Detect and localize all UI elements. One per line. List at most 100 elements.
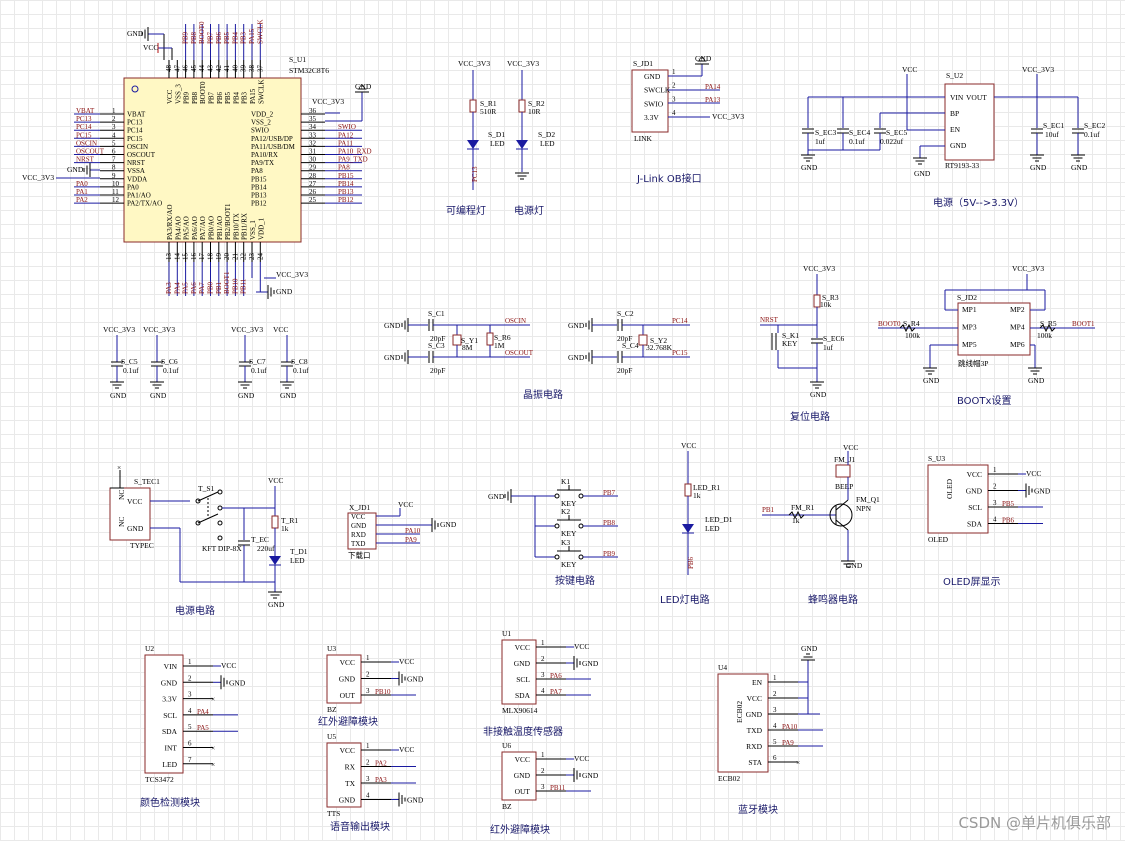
led-circuit: VCC LED_R1 1k LED_D1 LED PB6 LED灯电路 <box>660 441 733 606</box>
gnd-label: GND <box>914 169 931 178</box>
voice-module-title: 语音输出模块 <box>330 820 390 833</box>
mcu-pin-num: 15 <box>182 253 190 261</box>
mcu-pin-num: 18 <box>207 253 215 261</box>
gnd-label: GND <box>407 675 424 684</box>
gnd-label: GND <box>1028 376 1045 385</box>
mcu-pin-num: 21 <box>231 253 239 261</box>
bt-module-pin-name: GND <box>746 710 763 719</box>
mcu-net: PA2 <box>76 196 88 204</box>
gnd-label: GND <box>568 321 585 330</box>
xjd1-ref: X_JD1 <box>349 503 371 512</box>
oled-module-net: PB5 <box>1002 500 1015 508</box>
vcc33-label: VCC_3V3 <box>1012 264 1044 273</box>
bt-module-pin-name: TXD <box>747 726 763 735</box>
section-title-power-led: 电源灯 <box>514 204 544 217</box>
header-pin: TXD <box>351 540 365 548</box>
temp-module: U1 MLX90614 VCC 1 VCC GND 2 GND SCL 3 PA6 SDA 4 PA7 非接… <box>483 629 599 738</box>
gnd-label: GND <box>407 796 424 805</box>
bt-module-net: PA9 <box>782 739 794 747</box>
mcu-pin-name: PA12/USB/DP <box>251 135 293 143</box>
vcc33-label: VCC_3V3 <box>458 59 490 68</box>
gnd-label: GND <box>127 29 144 38</box>
mcu-net: PA10_RXD <box>338 148 372 156</box>
mcu-pin-name: PA8 <box>251 167 263 175</box>
k1-value: KEY <box>782 339 798 348</box>
jlink-pin-num: 1 <box>672 68 676 76</box>
jumper-pin: MP3 <box>962 323 977 332</box>
temp-module-pin-num: 4 <box>541 687 545 695</box>
mcu-net: PB8 <box>190 31 198 44</box>
mcu-net: PA9_TXD <box>338 156 368 164</box>
mcu-pin-num: 2 <box>112 115 116 123</box>
mcu-pin-name: VSS_1 <box>249 220 257 240</box>
fmq1-value: NPN <box>856 504 872 513</box>
oled-module-part: OLED <box>945 478 954 499</box>
c2-ref: S_C2 <box>617 309 634 318</box>
mcu-pin-name: OSCOUT <box>127 151 156 159</box>
vcc-label: VCC <box>398 500 413 509</box>
mcu-pin-name: VCC <box>166 89 174 104</box>
ec3-ref: S_EC3 <box>815 128 837 137</box>
jlink-pin-num: 3 <box>672 95 676 103</box>
jumper-pin: MP1 <box>962 305 977 314</box>
gnd-label: GND <box>810 390 827 399</box>
r3-value: 10k <box>820 300 832 309</box>
mcu-net: PB5 <box>223 31 231 44</box>
voice-module-net: PA3 <box>375 776 387 784</box>
ec2-ref: S_EC2 <box>1084 121 1106 130</box>
mcu-pin-num: 45 <box>190 65 198 73</box>
vcc33-label: VCC_3V3 <box>712 112 744 121</box>
ec6-ref: S_EC6 <box>823 334 845 343</box>
r5-value: 100k <box>1037 331 1052 340</box>
mcu-pin-name: PA1/AO <box>127 192 151 200</box>
r5-ref: S_R5 <box>1040 319 1057 328</box>
mcu-net: PB9 <box>182 31 190 44</box>
mcu-pin-name: PB7 <box>208 91 216 104</box>
mcu-pin-name: SWCLK <box>257 80 265 105</box>
y2-value: 32.768K <box>646 343 673 352</box>
header-pin: VCC <box>351 513 366 521</box>
mcu-pin-name: PB12 <box>251 200 267 208</box>
temp-module-pin-name: SCL <box>516 675 530 684</box>
mcu-pin-num: 23 <box>248 253 256 261</box>
mcu-pin-num: 9 <box>112 172 116 180</box>
color-module-pin-name: INT <box>165 744 178 753</box>
ir-module-2-ref: U6 <box>502 741 511 750</box>
mcu-pin-name: PA4/AO <box>174 216 182 240</box>
fmq1-ref: FM_Q1 <box>856 495 880 504</box>
mcu-pin-num: 3 <box>112 123 116 131</box>
temp-module-pin-name: SDA <box>515 691 531 700</box>
pa13-net: PA13 <box>705 96 721 104</box>
gnd-label: GND <box>1034 487 1051 496</box>
mcu-pin-num: 29 <box>309 164 317 172</box>
color-module-net: PA5 <box>197 724 209 732</box>
oled-module-pin-num: 3 <box>993 499 997 507</box>
pb6-net: PB6 <box>687 556 695 569</box>
ir-module-2-value: BZ <box>502 802 512 811</box>
ir-module-1-value: BZ <box>327 705 337 714</box>
ec4-value: 0.1uf <box>849 137 865 146</box>
section-title-reset: 复位电路 <box>790 410 830 423</box>
voice-module-pin-num: 2 <box>366 759 370 767</box>
mcu-pin-name: PB13 <box>251 192 267 200</box>
vcc33-label: VCC_3V3 <box>276 270 308 279</box>
ir-module-2-pin-num: 1 <box>541 751 545 759</box>
supply-label: VCC <box>273 325 288 334</box>
mcu-pin-name: PB6 <box>216 91 224 104</box>
mcu-pin-num: 22 <box>240 253 248 261</box>
pa10-net: PA10 <box>405 527 421 535</box>
oled-module-pin-name: VCC <box>967 470 982 479</box>
mcu-pin-name: PC14 <box>127 127 143 135</box>
mcu-part: STM32C8T6 <box>289 66 329 75</box>
key-net: PB7 <box>603 489 616 497</box>
mcu-net: OSCIN <box>76 139 97 147</box>
mcu-pin-num: 39 <box>240 65 248 73</box>
schematic-canvas: S_U1 STM32C8T6 1 VBATVBAT2 PC13PC133 PC14PC… <box>22 20 1106 837</box>
mcu-net: PB4 <box>231 31 239 44</box>
voice-module-ref: U5 <box>327 732 336 741</box>
mcu-net: PB14 <box>338 180 354 188</box>
ir-module-1-net: PB10 <box>375 688 391 696</box>
tec1-pin-gnd: GND <box>127 524 144 533</box>
mcu-pin-num: 17 <box>198 253 206 261</box>
mcu-pin-num: 41 <box>223 65 231 73</box>
